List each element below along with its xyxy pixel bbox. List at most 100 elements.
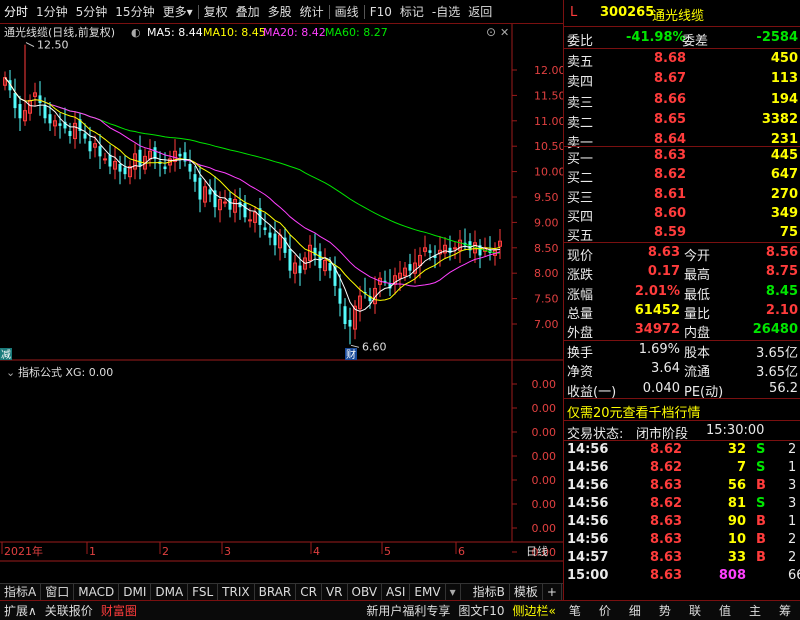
btn-huaxian-button[interactable]: 画线 (331, 1, 363, 23)
ma60-line (4, 77, 501, 254)
bottom-left-0[interactable]: 扩展∧ (0, 602, 41, 619)
candle-body (98, 146, 102, 157)
x-tick-label: 1 (89, 545, 96, 558)
ind-tick-label: 0.00 (532, 522, 557, 535)
chart-title: 通光线缆(日线,前复权) (4, 25, 115, 39)
tab-15min-button[interactable]: 15分钟 (111, 1, 158, 23)
bottom-right-tab-0[interactable]: 笔 (560, 602, 590, 619)
btn-back-button[interactable]: 返回 (464, 1, 496, 23)
bottom-right-tab-6[interactable]: 主 (740, 602, 770, 619)
btn-duogu-button[interactable]: 多股 (264, 1, 296, 23)
low-pointer (350, 344, 360, 348)
tab-more-button[interactable]: 更多▾ (159, 1, 197, 23)
tick-count: 66 (788, 568, 800, 583)
bottom-left-1[interactable]: 关联报价 (41, 602, 97, 619)
indicator-tab-11[interactable]: ASI (382, 583, 411, 601)
candle-body (83, 133, 87, 139)
candle-body (228, 198, 232, 210)
bid-label: 买三 (567, 190, 594, 206)
btn-biaoji-button[interactable]: 标记 (396, 1, 428, 23)
ma10-line (4, 77, 501, 301)
stat-label: 现价 (567, 249, 594, 264)
bottom-right-tab-2[interactable]: 细 (620, 602, 650, 619)
btn-tongji-button[interactable]: 统计 (296, 1, 328, 23)
indicator-tab-13[interactable]: ▾ (446, 583, 461, 601)
tick-volume: 90 (727, 514, 746, 529)
y-tick-label: 10.50 (534, 140, 563, 153)
ask-volume: 450 (770, 51, 798, 66)
bid-row: 买五 8.59 75 (564, 224, 800, 244)
indicator-tab-14[interactable]: 指标B (469, 583, 510, 601)
indicator-tab-2[interactable]: MACD (74, 583, 120, 601)
kline-chart[interactable]: 通光线缆(日线,前复权) ◐ MA5: 8.44 MA10: 8.45MA20: 8.… (0, 24, 566, 566)
candle-body (103, 158, 107, 161)
indicator-tab-4[interactable]: DMA (151, 583, 189, 601)
indicator-tab-7[interactable]: BRAR (255, 583, 297, 601)
bottom-mid-1[interactable]: 图文F10 (454, 602, 508, 619)
ma-label-1: MA5: 8.44 (147, 26, 203, 39)
bottom-left-2[interactable]: 财富圈 (97, 602, 141, 619)
bottom-mid-2[interactable]: 侧边栏« (509, 602, 560, 619)
bottom-right-tab-5[interactable]: 值 (710, 602, 740, 619)
indicator-tab-10[interactable]: OBV (348, 583, 383, 601)
candle-body (38, 95, 42, 104)
stat-value: 8.56 (765, 245, 798, 260)
indicator-tab-0[interactable]: 指标A (0, 583, 42, 601)
tick-count: 3 (788, 496, 797, 511)
ask-row: 卖四 8.67 113 (564, 70, 800, 90)
x-tick-label: 2021年 (4, 544, 43, 558)
stat-value: 2.01% (634, 283, 680, 299)
ask-price: 8.64 (654, 132, 687, 148)
stat-value: 8.75 (765, 264, 798, 280)
indicator-tab-5[interactable]: FSL (188, 583, 219, 601)
tick-row: 15:00 8.63 808 66 (564, 567, 800, 586)
btn-f10-button[interactable]: F10 (366, 1, 396, 23)
fund-label: 净资 (567, 365, 594, 381)
indicator-tab-12[interactable]: EMV (410, 583, 446, 601)
indicator-tab-15[interactable]: 模板 (510, 583, 543, 601)
indicator-tab-9[interactable]: VR (322, 583, 348, 601)
low-price-label: 6.60 (362, 340, 387, 353)
tick-bs: B (756, 550, 766, 565)
bottom-right-tab-4[interactable]: 联 (680, 602, 710, 619)
bottom-mid-0[interactable]: 新用户福利专享 (362, 602, 454, 619)
tick-time: 14:56 (567, 460, 609, 475)
candle-body (428, 250, 432, 253)
kline-chart-area[interactable]: 通光线缆(日线,前复权) ◐ MA5: 8.44 MA10: 8.45 MA20: 8.… (0, 24, 566, 566)
tick-time: 14:57 (567, 550, 609, 565)
y-tick-label: 7.50 (534, 293, 559, 306)
tab-5min-button[interactable]: 5分钟 (72, 1, 112, 23)
indicator-tab-1[interactable]: 窗口 (41, 583, 75, 601)
weibi-row: 委比 -41.98% 委差 -2584 (564, 29, 800, 49)
tick-price: 8.63 (650, 550, 683, 565)
fund-value: 1.69% (638, 342, 680, 357)
bottom-right-tab-1[interactable]: 价 (590, 602, 620, 619)
high-pointer (25, 42, 35, 48)
candle-body (118, 163, 122, 172)
bid-volume: 270 (770, 186, 798, 202)
fundamental-row: 收益(一) 0.040 PE(动) 56.2 (564, 380, 800, 400)
ind-tick-label: 0.00 (532, 426, 557, 439)
btn-zixuan-button[interactable]: -自选 (428, 1, 464, 23)
promo-row[interactable]: 仅需20元查看千档行情 (564, 401, 800, 421)
tick-row: 14:56 8.63 10 B 2 (564, 531, 800, 550)
bottom-right-tab-7[interactable]: 筹 (770, 602, 800, 619)
bottom-right-tab-3[interactable]: 势 (650, 602, 680, 619)
x-tick-label: 2 (162, 545, 169, 558)
stat-row: 外盘 34972 内盘 26480 (564, 321, 800, 341)
ind-tick-label: 0.00 (532, 474, 557, 487)
indicator-tab-6[interactable]: TRIX (218, 583, 255, 601)
ask-label: 卖三 (567, 95, 594, 111)
indicator-tab-16[interactable]: + (543, 583, 562, 601)
indicator-tab-3[interactable]: DMI (119, 583, 152, 601)
tab-fenshi-button[interactable]: 分时 (0, 1, 32, 23)
y-tick-label: 9.50 (534, 191, 559, 204)
indicator-tab-8[interactable]: CR (296, 583, 322, 601)
tick-volume: 808 (718, 568, 746, 583)
tab-1min-button[interactable]: 1分钟 (32, 1, 72, 23)
stock-header: L 300265 通光线缆 (564, 4, 800, 24)
bid-volume: 349 (770, 205, 798, 221)
btn-fuquan-button[interactable]: 复权 (200, 1, 232, 23)
fund-label: 收益(一) (567, 384, 617, 400)
btn-diejia-button[interactable]: 叠加 (232, 1, 264, 23)
